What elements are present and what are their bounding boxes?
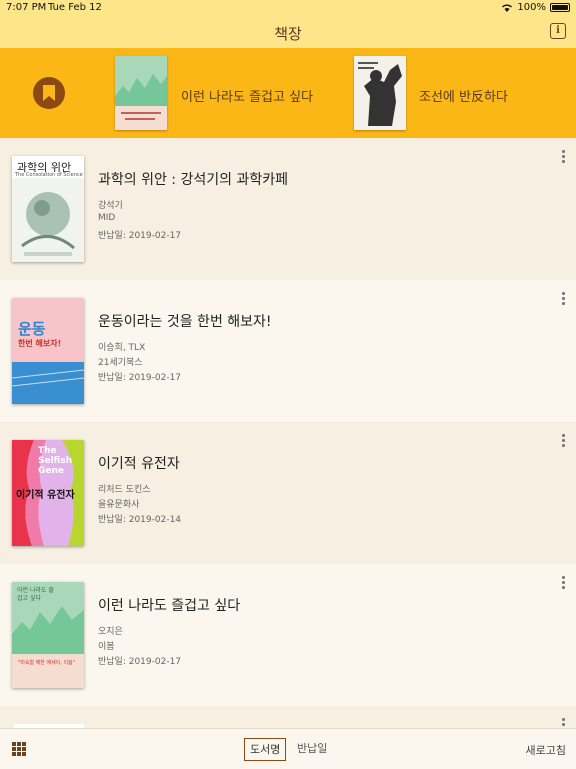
banner-book-cover-art-1 bbox=[115, 56, 167, 130]
banner-book-cover-2[interactable] bbox=[354, 56, 406, 130]
book-publisher: MID bbox=[98, 213, 116, 223]
book-author: 오지은 bbox=[98, 627, 123, 637]
banner-book-cover-art-2 bbox=[354, 56, 406, 130]
book-cover-title: 이기적 유전자 bbox=[16, 490, 75, 501]
banner-book-title-1[interactable]: 이런 나라도 즐겁고 싶다 bbox=[181, 86, 313, 105]
bookmark-icon bbox=[43, 85, 55, 101]
book-cover-title: 운동 bbox=[18, 320, 46, 338]
book-publisher: 21세기북스 bbox=[98, 358, 143, 368]
book-author: 강석기 bbox=[98, 201, 123, 211]
book-title[interactable]: 과학의 위안 : 강석기의 과학카페 bbox=[98, 169, 288, 189]
more-options-icon[interactable] bbox=[562, 292, 566, 306]
book-row[interactable] bbox=[0, 706, 576, 731]
book-title[interactable]: 운동이라는 것을 한번 해보자! bbox=[98, 311, 272, 331]
book-title[interactable]: 이런 나라도 즐겁고 싶다 bbox=[98, 595, 240, 615]
book-return-date: 반납일: 2019-02-17 bbox=[98, 373, 182, 383]
book-cover[interactable]: The Selfish Gene 이기적 유전자 bbox=[12, 440, 84, 546]
sort-by-title-button[interactable]: 도서명 bbox=[244, 738, 287, 761]
book-cover-subtitle: The Consolation of Science bbox=[15, 172, 83, 178]
book-cover-subtitle: "미숙함 예찬 에세이, 이봄" bbox=[18, 660, 75, 666]
book-cover-subtitle: The Selfish Gene bbox=[38, 446, 73, 476]
book-row[interactable]: 운동 한번 해보자! 운동이라는 것을 한번 해보자! 이승희, TLX 21세… bbox=[0, 280, 576, 422]
status-date: Tue Feb 12 bbox=[48, 2, 102, 13]
refresh-button[interactable]: 새로고침 bbox=[526, 742, 566, 758]
book-return-date: 반납일: 2019-02-17 bbox=[98, 231, 182, 241]
banner-book-cover-1[interactable] bbox=[115, 56, 167, 130]
status-right: 100% bbox=[501, 2, 570, 13]
book-cover-art bbox=[12, 298, 84, 404]
book-author: 이승희, TLX bbox=[98, 343, 146, 353]
book-row[interactable]: 과학의 위안 The Consolation of Science 과학의 위안… bbox=[0, 138, 576, 280]
more-options-icon[interactable] bbox=[562, 576, 566, 590]
bookmark-button[interactable] bbox=[33, 77, 65, 109]
book-return-date: 반납일: 2019-02-17 bbox=[98, 657, 182, 667]
more-options-icon[interactable] bbox=[562, 150, 566, 164]
sort-by-return-date-button[interactable]: 반납일 bbox=[292, 738, 332, 761]
more-options-icon[interactable] bbox=[562, 434, 566, 448]
book-title[interactable]: 이기적 유전자 bbox=[98, 453, 180, 473]
navigation-bar: 책장 i bbox=[0, 16, 576, 48]
book-cover[interactable]: 과학의 위안 The Consolation of Science bbox=[12, 156, 84, 262]
book-row[interactable]: 이런 나라도 즐겁고 싶다 "미숙함 예찬 에세이, 이봄" 이런 나라도 즐겁… bbox=[0, 564, 576, 706]
book-cover-subtitle: 한번 해보자! bbox=[18, 339, 62, 348]
bottom-toolbar: 도서명 반납일 새로고침 bbox=[0, 728, 576, 769]
book-cover[interactable]: 운동 한번 해보자! bbox=[12, 298, 84, 404]
page-title: 책장 bbox=[274, 25, 302, 43]
banner-book-title-2[interactable]: 조선에 반反하다 bbox=[419, 86, 508, 105]
book-publisher: 을유문화사 bbox=[98, 500, 140, 510]
status-time: 7:07 PM bbox=[6, 2, 47, 13]
book-cover[interactable]: 이런 나라도 즐겁고 싶다 "미숙함 예찬 에세이, 이봄" bbox=[12, 582, 84, 688]
status-bar: 7:07 PM Tue Feb 12 100% bbox=[0, 0, 576, 16]
battery-percent: 100% bbox=[517, 2, 546, 13]
grid-view-icon[interactable] bbox=[12, 742, 26, 756]
battery-icon bbox=[550, 3, 570, 12]
book-author: 리처드 도킨스 bbox=[98, 485, 151, 495]
book-publisher: 이봄 bbox=[98, 642, 115, 652]
wifi-icon bbox=[502, 4, 513, 12]
book-row[interactable]: The Selfish Gene 이기적 유전자 이기적 유전자 리처드 도킨스… bbox=[0, 422, 576, 564]
book-return-date: 반납일: 2019-02-14 bbox=[98, 515, 182, 525]
book-cover-title: 이런 나라도 즐겁고 싶다 bbox=[17, 587, 54, 602]
info-icon[interactable]: i bbox=[550, 23, 566, 39]
